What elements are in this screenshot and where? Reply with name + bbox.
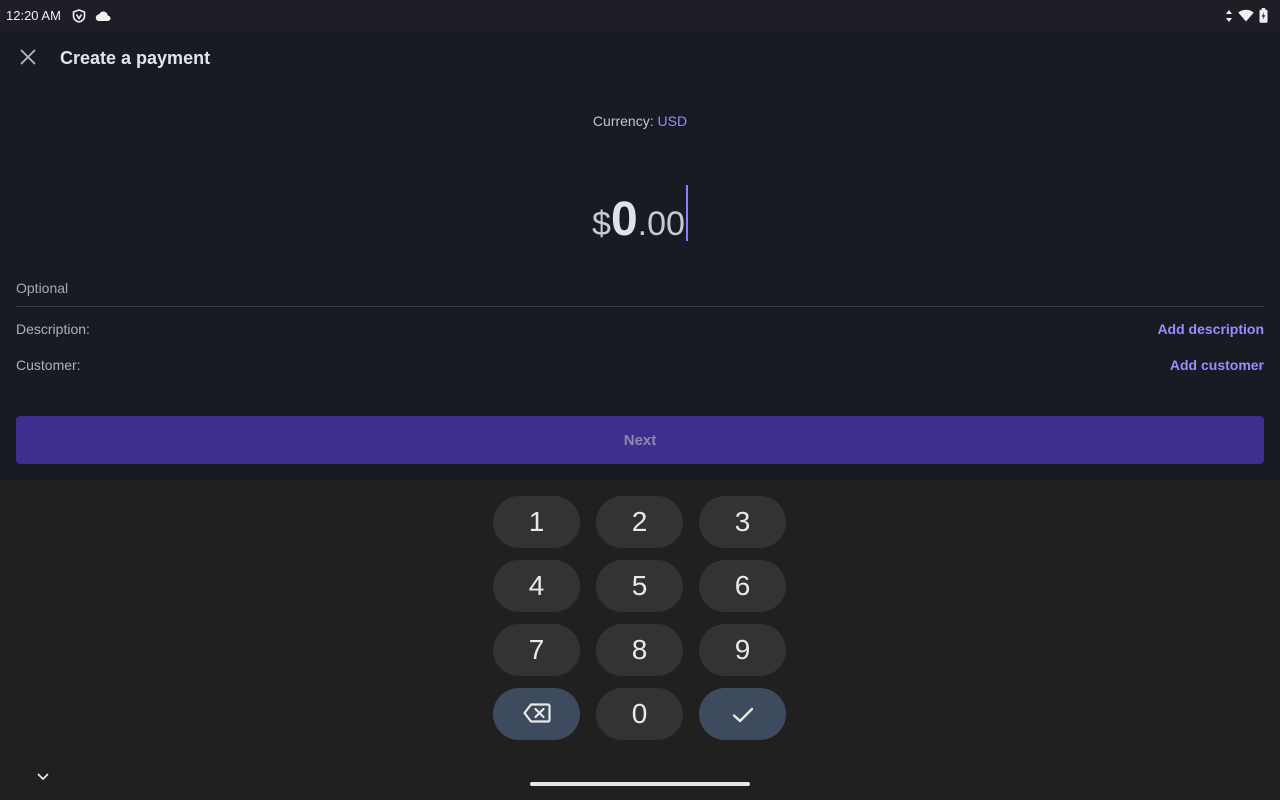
- backspace-icon: [522, 698, 551, 730]
- divider: [16, 306, 1264, 307]
- cloud-icon: [95, 8, 111, 24]
- customer-row: Customer: Add customer: [16, 357, 1264, 373]
- status-time: 12:20 AM: [6, 8, 61, 23]
- optional-section-label: Optional: [16, 280, 69, 296]
- key-1[interactable]: 1: [493, 496, 580, 548]
- close-button[interactable]: [12, 43, 44, 75]
- key-6[interactable]: 6: [699, 560, 786, 612]
- status-right-icons: [1224, 8, 1274, 24]
- payment-form: Create a payment Currency: USD $ 0 .00 O…: [0, 31, 1280, 480]
- check-icon: [732, 698, 754, 730]
- key-2[interactable]: 2: [596, 496, 683, 548]
- currency-label: Currency:: [592, 113, 654, 129]
- add-description-link[interactable]: Add description: [1157, 321, 1264, 337]
- next-button[interactable]: Next: [16, 416, 1264, 464]
- amount-whole: 0: [610, 193, 638, 246]
- currency-symbol: $: [592, 205, 611, 243]
- description-row: Description: Add description: [16, 321, 1264, 337]
- key-8[interactable]: 8: [596, 624, 683, 676]
- description-label: Description:: [16, 321, 90, 337]
- page-title: Create a payment: [60, 48, 211, 68]
- vpn-shield-icon: [71, 8, 87, 24]
- currency-code[interactable]: USD: [658, 113, 688, 129]
- data-arrows-icon: [1224, 8, 1234, 24]
- customer-label: Customer:: [16, 357, 81, 373]
- key-7[interactable]: 7: [493, 624, 580, 676]
- confirm-key[interactable]: [699, 688, 786, 740]
- top-app-bar: Create a payment: [0, 31, 1280, 87]
- amount-input[interactable]: $ 0 .00: [0, 179, 1280, 247]
- collapse-keyboard-button[interactable]: [34, 768, 52, 786]
- close-icon: [20, 49, 36, 70]
- key-4[interactable]: 4: [493, 560, 580, 612]
- text-cursor: [685, 185, 688, 241]
- currency-selector[interactable]: Currency: USD: [0, 113, 1280, 129]
- key-9[interactable]: 9: [699, 624, 786, 676]
- wifi-icon: [1238, 8, 1254, 24]
- backspace-key[interactable]: [493, 688, 580, 740]
- key-0[interactable]: 0: [596, 688, 683, 740]
- key-5[interactable]: 5: [596, 560, 683, 612]
- chevron-down-icon: [37, 768, 49, 786]
- battery-icon: [1258, 8, 1268, 24]
- numeric-keyboard: 1 2 3 4 5 6 7 8 9 0: [0, 480, 1280, 800]
- status-bar: 12:20 AM: [0, 0, 1280, 31]
- key-3[interactable]: 3: [699, 496, 786, 548]
- amount-decimal: .00: [637, 205, 685, 243]
- gesture-nav-handle[interactable]: [530, 782, 750, 786]
- add-customer-link[interactable]: Add customer: [1170, 357, 1264, 373]
